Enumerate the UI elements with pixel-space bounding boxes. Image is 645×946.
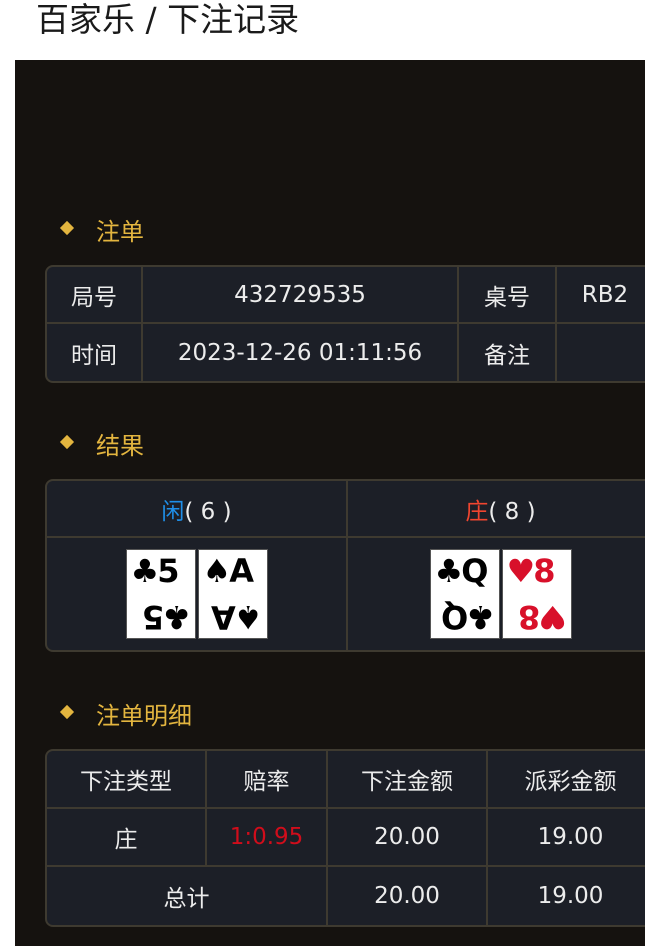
remark-label: 备注 [459,324,557,381]
header-bet-type: 下注类型 [47,751,207,809]
diamond-bullet-icon [59,704,75,720]
header-bet-amount: 下注金额 [328,751,488,809]
table-label: 桌号 [459,267,557,324]
order-table: 局号 432729535 桌号 RB2 时间 2023-12-26 01:11:… [45,265,645,383]
diamond-bullet-icon [59,434,75,450]
player-score-cell: 闲( 6 ) [47,481,348,538]
card-corner-top: ♣Q [434,552,489,590]
playing-card: ♣5 ♣5 [125,549,196,639]
banker-cards-cell: ♣Q ♣Q ♥8 ♥8 [348,538,645,650]
playing-card: ♥8 ♥8 [501,549,572,639]
banker-score: ( 8 ) [488,498,536,525]
player-cards-cell: ♣5 ♣5 ♠A ♠A [47,538,348,650]
player-score: ( 6 ) [184,498,232,525]
bet-amount: 20.00 [328,809,488,867]
section-heading-result: 结果 [96,432,144,460]
remark-value [557,324,645,381]
playing-card: ♣Q ♣Q [429,549,500,639]
header-odds: 赔率 [207,751,328,809]
details-table: 下注类型 赔率 下注金额 派彩金额 庄 1:0.95 20.00 19.00 总… [45,749,645,927]
odds-value: 1:0.95 [207,809,328,867]
player-cards: ♣5 ♣5 ♠A ♠A [125,549,268,639]
bet-record-panel: 注单 局号 432729535 桌号 RB2 时间 2023-12-26 01:… [15,60,645,946]
table-row: 庄 1:0.95 20.00 19.00 [47,809,645,867]
card-corner-top: ♥8 [506,552,556,590]
banker-score-cell: 庄( 8 ) [348,481,645,538]
card-corner-bottom: ♣5 [143,598,191,636]
table-value: RB2 [557,267,645,324]
page-title: 百家乐 / 下注记录 [36,0,300,39]
bet-type: 庄 [47,809,207,867]
card-corner-top: ♣5 [130,552,180,590]
section-heading-order: 注单 [96,218,144,246]
card-corner-bottom: ♣Q [442,598,495,636]
playing-card: ♠A ♠A [197,549,268,639]
total-bet-amount: 20.00 [328,867,488,925]
round-value: 432729535 [143,267,459,324]
payout-amount: 19.00 [488,809,645,867]
total-row: 总计 20.00 19.00 [47,867,645,925]
result-table: 闲( 6 ) 庄( 8 ) ♣5 ♣5 ♠A ♠A ♣Q ♣Q ♥8 ♥8 [45,479,645,652]
header-payout-amount: 派彩金额 [488,751,645,809]
banker-cards: ♣Q ♣Q ♥8 ♥8 [429,549,572,639]
card-corner-bottom: ♠A [213,598,263,636]
card-corner-bottom: ♥8 [519,598,567,636]
total-label: 总计 [47,867,328,925]
section-heading-details: 注单明细 [96,702,192,730]
total-payout-amount: 19.00 [537,883,604,909]
diamond-bullet-icon [59,220,75,236]
player-label: 闲 [161,498,185,525]
time-label: 时间 [47,324,143,381]
round-label: 局号 [47,267,143,324]
banker-label: 庄 [465,498,489,525]
card-corner-top: ♠A [202,552,254,590]
time-value: 2023-12-26 01:11:56 [143,324,459,381]
